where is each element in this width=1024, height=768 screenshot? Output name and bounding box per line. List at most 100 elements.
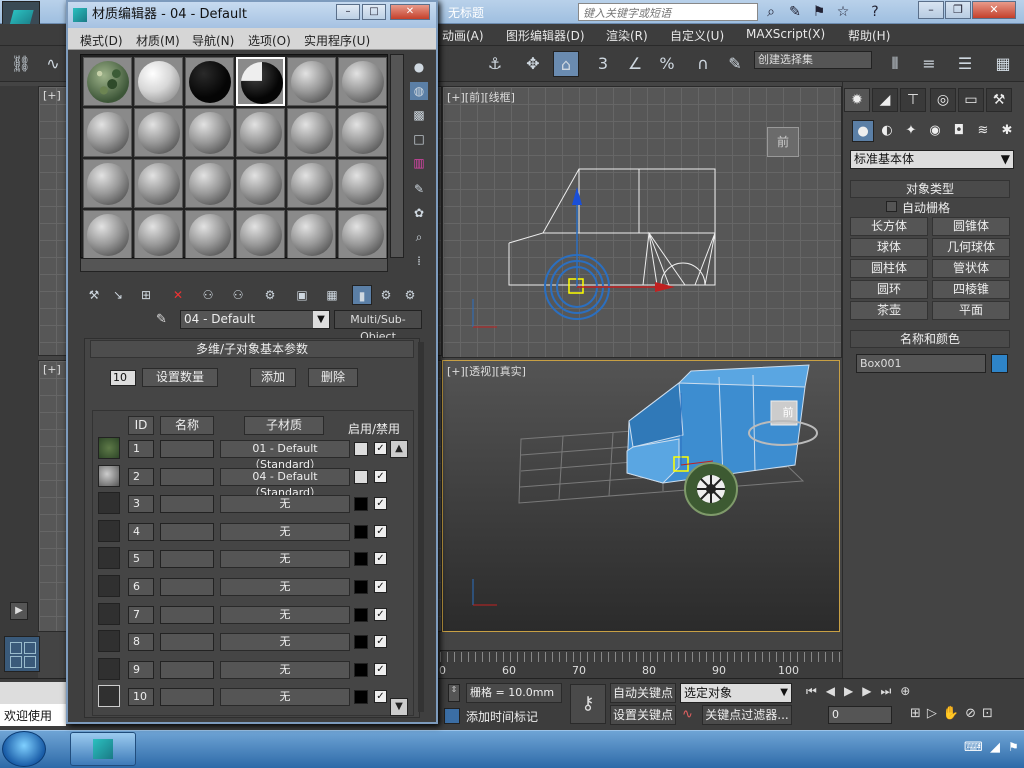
sample-slot[interactable] <box>83 108 132 157</box>
row-submaterial-button[interactable]: 04 - Default（Standard） <box>220 467 350 499</box>
sample-slot[interactable] <box>287 159 336 208</box>
sample-slot[interactable] <box>236 108 285 157</box>
video-color-check-icon[interactable]: ▥ <box>410 154 428 172</box>
plane-button[interactable]: 平面 <box>932 301 1010 320</box>
object-name-field[interactable]: Box001 <box>856 354 986 373</box>
key-mode-dropdown[interactable]: 选定对象 ▼ <box>680 683 792 703</box>
keyboard-icon[interactable]: ⌨ <box>964 740 983 755</box>
notification-icon[interactable]: ⚑ <box>1008 740 1019 754</box>
row-enable-checkbox[interactable]: ✓ <box>374 497 387 511</box>
pyramid-button[interactable]: 四棱锥 <box>932 280 1010 299</box>
sample-slot[interactable] <box>338 159 387 208</box>
row-enable-checkbox[interactable]: ✓ <box>374 580 387 593</box>
row-swatch[interactable] <box>98 519 120 542</box>
tools-icon[interactable]: ✎ <box>786 3 804 21</box>
background-icon[interactable]: ▩ <box>410 106 428 124</box>
add-button[interactable]: 添加 <box>250 368 296 387</box>
set-count-button[interactable]: 设置数量 <box>142 368 218 387</box>
shapes-icon[interactable]: ◐ <box>876 120 898 142</box>
get-material-icon[interactable]: ⚒ <box>84 285 104 305</box>
header-name[interactable]: 名称 <box>160 416 214 435</box>
add-time-tag[interactable]: 添加时间标记 <box>466 708 538 725</box>
sample-slot[interactable] <box>236 159 285 208</box>
tube-button[interactable]: 管状体 <box>932 259 1010 278</box>
row-name-field[interactable] <box>160 660 214 679</box>
key-filters-button[interactable]: 关键点过滤器... <box>702 705 792 725</box>
sphere-button[interactable]: 球体 <box>850 238 928 257</box>
minimize-button[interactable]: – <box>918 1 944 19</box>
row-submaterial-button[interactable]: 无 <box>220 605 350 624</box>
viewport-nav-controls[interactable]: ⊞▷✋⊘⊡ <box>910 706 1020 724</box>
grid-spinner[interactable]: ⇕ <box>448 684 460 702</box>
delete-button[interactable]: 删除 <box>308 368 358 387</box>
auto-grid-checkbox[interactable] <box>886 201 897 212</box>
cylinder-button[interactable]: 圆柱体 <box>850 259 928 278</box>
geometry-icon[interactable]: ● <box>852 120 874 142</box>
show-map-icon[interactable]: ▦ <box>322 285 342 305</box>
row-enable-checkbox[interactable]: ✓ <box>374 607 387 621</box>
options-icon[interactable]: ✿ <box>410 204 428 222</box>
hierarchy-tab-icon[interactable]: ⊤ <box>900 88 926 112</box>
create-tab-icon[interactable]: ✹ <box>844 88 870 112</box>
row-submaterial-button[interactable]: 无 <box>220 633 350 652</box>
show-end-result-icon[interactable]: ▮ <box>352 285 372 305</box>
selection-set-dropdown[interactable]: 创建选择集 <box>754 51 872 69</box>
row-swatch[interactable] <box>98 575 120 597</box>
put-to-scene-icon[interactable]: ↘ <box>108 285 128 305</box>
sample-slot[interactable] <box>83 57 132 106</box>
make-copy-icon[interactable]: ⚇ <box>198 285 218 305</box>
unlink-icon[interactable]: ∿ <box>40 51 66 77</box>
uv-tiling-icon[interactable]: □ <box>410 130 428 148</box>
rows-scroll-down[interactable]: ▼ <box>390 698 408 716</box>
link-icon[interactable]: ⛓ <box>8 51 34 77</box>
menu-maxscript[interactable]: MAXScript(X) <box>746 27 825 41</box>
me-menu-options[interactable]: 选项(O) <box>248 32 291 49</box>
taskbar-3dsmax[interactable] <box>70 732 136 766</box>
volume-icon[interactable]: ◢ <box>990 740 1000 755</box>
make-preview-icon[interactable]: ✎ <box>410 180 428 198</box>
object-color-swatch[interactable] <box>991 354 1008 373</box>
go-to-parent-icon[interactable]: ⚙ <box>376 285 396 305</box>
viewport-front[interactable]: [+][前][线框] 前 <box>442 86 842 358</box>
sample-slot[interactable] <box>185 159 234 208</box>
row-color-swatch[interactable] <box>354 690 368 705</box>
row-color-swatch[interactable] <box>354 552 368 567</box>
sample-slot[interactable] <box>83 210 132 259</box>
maxscript-listener[interactable] <box>0 682 66 704</box>
me-close-button[interactable]: ✕ <box>390 4 430 20</box>
sample-slot[interactable] <box>83 159 132 208</box>
me-minimize-button[interactable]: – <box>336 4 360 20</box>
align-icon[interactable]: ≡ <box>916 51 942 77</box>
put-to-library-icon[interactable]: ⚙ <box>260 285 280 305</box>
layer-manager-icon[interactable]: ☰ <box>952 51 978 77</box>
time-tag-icon[interactable] <box>444 708 460 724</box>
sample-slot[interactable] <box>287 210 336 259</box>
utilities-tab-icon[interactable]: ⚒ <box>986 88 1012 112</box>
sample-slot[interactable] <box>287 108 336 157</box>
modify-tab-icon[interactable]: ◢ <box>872 88 898 112</box>
binoculars-icon[interactable]: ⌕ <box>762 3 780 21</box>
row-name-field[interactable] <box>160 578 214 596</box>
row-submaterial-button[interactable]: 01 - Default（Standard） <box>220 440 350 471</box>
teapot-button[interactable]: 茶壶 <box>850 301 928 320</box>
angle-snap-icon[interactable]: ∠ <box>622 51 648 77</box>
header-id[interactable]: ID <box>128 416 154 435</box>
reset-map-icon[interactable]: ✕ <box>168 285 188 305</box>
sample-slot[interactable] <box>338 57 387 106</box>
viewport-layout-icon[interactable] <box>4 636 40 672</box>
edit-named-selection-icon[interactable]: ✎ <box>722 51 748 77</box>
row-color-swatch[interactable] <box>354 497 368 512</box>
rows-scroll-up[interactable]: ▲ <box>390 440 408 458</box>
slots-horizontal-scrollbar[interactable] <box>80 258 388 272</box>
row-submaterial-button[interactable]: 无 <box>220 495 350 514</box>
header-submaterial[interactable]: 子材质 <box>244 416 324 435</box>
viewport-left-label[interactable]: [+] <box>43 363 61 376</box>
cone-button[interactable]: 圆锥体 <box>932 217 1010 236</box>
row-color-swatch[interactable] <box>354 442 368 456</box>
primitive-type-dropdown[interactable]: 标准基本体 ▼ <box>850 150 1014 169</box>
object-type-header[interactable]: 对象类型 <box>850 180 1010 198</box>
go-forward-sibling-icon[interactable]: ⚙ <box>400 285 420 305</box>
material-count-field[interactable]: 10 <box>110 370 136 386</box>
row-swatch[interactable] <box>98 464 120 487</box>
spacewarps-icon[interactable]: ≋ <box>972 120 994 142</box>
